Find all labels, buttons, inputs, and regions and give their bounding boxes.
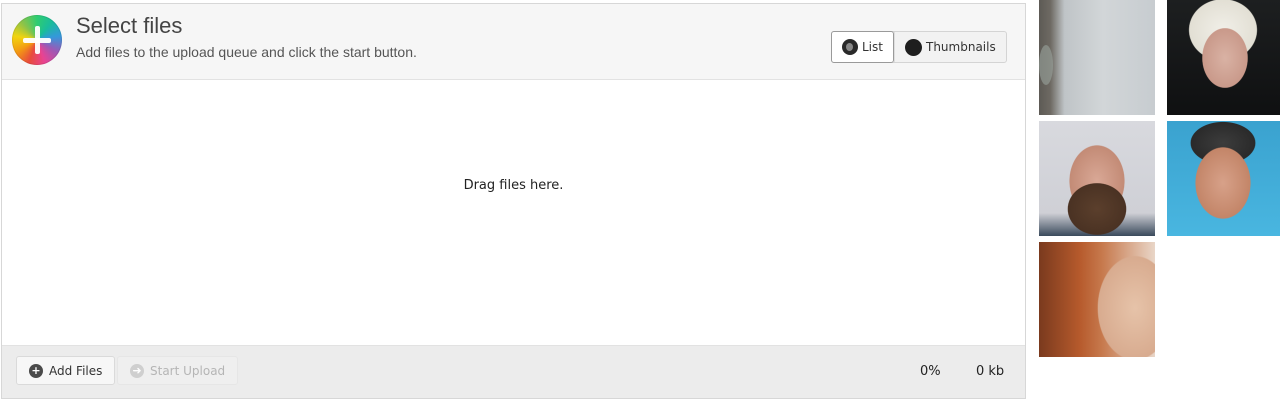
view-thumbnails-button[interactable]: Thumbnails bbox=[893, 32, 1006, 62]
add-files-label: Add Files bbox=[49, 363, 103, 378]
upload-progress-percent: 0% bbox=[920, 364, 941, 379]
uploader-footer: + Add Files ➜ Start Upload 0% 0 kb bbox=[2, 345, 1025, 398]
drop-zone-text: Drag files here. bbox=[463, 178, 564, 193]
bearded-man-photo-icon[interactable] bbox=[1039, 121, 1155, 236]
redhead-woman-photo-icon[interactable] bbox=[1039, 242, 1155, 357]
add-files-button[interactable]: + Add Files bbox=[16, 356, 116, 385]
view-list-label: List bbox=[862, 40, 883, 54]
view-thumbnails-label: Thumbnails bbox=[925, 40, 996, 54]
plus-circle-icon: + bbox=[29, 363, 43, 378]
file-uploader: Select files Add files to the upload que… bbox=[1, 3, 1026, 399]
arrow-right-circle-icon: ➜ bbox=[130, 363, 144, 378]
smiling-man-photo-icon[interactable] bbox=[1167, 121, 1280, 236]
start-upload-button[interactable]: ➜ Start Upload bbox=[117, 356, 239, 385]
view-toggle: List Thumbnails bbox=[831, 31, 1007, 63]
uploader-title: Select files bbox=[76, 13, 183, 38]
upload-total-size: 0 kb bbox=[976, 364, 1005, 379]
cat-photo-icon[interactable] bbox=[1039, 0, 1155, 115]
uploader-header: Select files Add files to the upload que… bbox=[2, 4, 1025, 80]
image-gallery bbox=[1039, 0, 1280, 400]
start-upload-label: Start Upload bbox=[150, 363, 226, 378]
view-list-button[interactable]: List bbox=[831, 31, 894, 63]
drop-zone[interactable]: Drag files here. bbox=[2, 81, 1025, 345]
woman-blonde-photo-icon[interactable] bbox=[1167, 0, 1280, 115]
thumbnails-view-icon bbox=[904, 38, 922, 56]
list-view-icon bbox=[842, 39, 858, 55]
add-files-logo-icon bbox=[12, 15, 62, 65]
uploader-subtitle: Add files to the upload queue and click … bbox=[76, 44, 417, 60]
